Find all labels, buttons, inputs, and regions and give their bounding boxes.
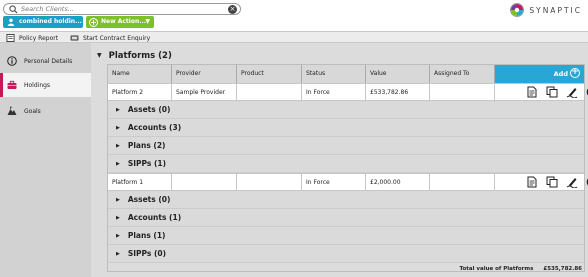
cell-provider <box>172 174 237 191</box>
section-title: Platforms (2) <box>108 51 172 61</box>
cell-value: £533,782.86 <box>366 84 430 101</box>
expand-triangle-icon[interactable]: ▶ <box>116 155 120 173</box>
policy-report-label: Policy Report <box>19 34 59 42</box>
sidebar-item-label: Personal Details <box>24 57 73 65</box>
expand-triangle-icon[interactable]: ▶ <box>116 191 120 209</box>
column-header-assigned-to: Assigned To <box>430 65 495 83</box>
group-label: Plans (1) <box>127 231 166 240</box>
sign-icon[interactable] <box>566 86 578 98</box>
expand-triangle-icon[interactable]: ▶ <box>116 227 120 245</box>
cell-status: In Force <box>302 174 366 191</box>
sign-icon[interactable] <box>566 176 578 188</box>
expand-triangle-icon[interactable]: ▶ <box>116 101 120 119</box>
add-icon: + <box>570 67 580 78</box>
main-content: ▼ Platforms (2) Name Provider Product Sta… <box>91 43 588 277</box>
group-label: Plans (2) <box>127 141 166 150</box>
cell-provider: Sample Provider <box>172 84 237 101</box>
toolbar: Policy Report Start Contract Enquiry <box>0 31 588 43</box>
row-actions <box>526 86 588 98</box>
new-action-button[interactable]: + New Action... ▼ <box>86 16 154 28</box>
group-sipps[interactable]: ▶ SIPPs (1) <box>108 155 584 173</box>
total-label: Total value of Platforms <box>459 266 534 272</box>
group-accounts[interactable]: ▶ Accounts (3) <box>108 119 584 137</box>
total-amount: £535,782.86 <box>543 266 582 272</box>
cell-name: Platform 2 <box>108 84 172 101</box>
collapse-triangle-icon[interactable]: ▼ <box>97 52 102 59</box>
cell-status: In Force <box>302 84 366 101</box>
sidebar: Personal Details Holdings Goals <box>0 43 91 277</box>
user-icon <box>7 18 15 26</box>
column-header-product: Product <box>237 65 302 83</box>
cell-assigned-to <box>430 174 495 191</box>
sidebar-item-goals[interactable]: Goals <box>0 99 91 123</box>
row-actions <box>526 176 588 188</box>
policy-report-button[interactable]: Policy Report <box>6 33 58 43</box>
section-header[interactable]: ▼ Platforms (2) <box>97 51 172 61</box>
column-header-name: Name <box>108 65 172 83</box>
clear-search-icon[interactable]: × <box>228 5 237 14</box>
plus-icon: + <box>89 17 98 27</box>
column-header-provider: Provider <box>172 65 237 83</box>
group-plans[interactable]: ▶ Plans (1) <box>108 227 584 245</box>
table-row[interactable]: Platform 2 Sample Provider In Force £533… <box>108 83 588 101</box>
search-icon <box>9 5 18 14</box>
report-icon <box>6 34 15 42</box>
cell-product <box>237 174 302 191</box>
info-icon <box>7 56 17 66</box>
sidebar-item-holdings[interactable]: Holdings <box>0 73 91 97</box>
expand-triangle-icon[interactable]: ▶ <box>116 245 120 263</box>
search-input[interactable] <box>21 4 221 14</box>
top-bar: × combined holdin... + New Action... ▼ S… <box>0 0 588 31</box>
cell-product <box>237 84 302 101</box>
expand-triangle-icon[interactable]: ▶ <box>116 209 120 227</box>
start-contract-enquiry-button[interactable]: Start Contract Enquiry <box>70 33 150 43</box>
platforms-table: Name Provider Product Status Value Assig… <box>107 64 588 272</box>
client-button[interactable]: combined holdin... <box>3 16 83 28</box>
new-action-label: New Action... <box>101 18 147 25</box>
copy-icon[interactable] <box>546 86 558 98</box>
brand-logo: SYNAPTIC <box>510 2 582 18</box>
group-label: Accounts (3) <box>127 123 182 132</box>
add-button[interactable]: Add + <box>495 65 584 83</box>
brand-name: SYNAPTIC <box>529 5 582 15</box>
group-label: Accounts (1) <box>127 213 182 222</box>
edit-icon[interactable] <box>526 176 538 188</box>
group-plans[interactable]: ▶ Plans (2) <box>108 137 584 155</box>
edit-icon[interactable] <box>526 86 538 98</box>
sidebar-item-label: Holdings <box>24 81 51 89</box>
start-contract-enquiry-label: Start Contract Enquiry <box>83 34 151 42</box>
enquiry-icon <box>70 35 79 41</box>
add-label: Add <box>553 70 568 78</box>
briefcase-icon <box>7 80 17 89</box>
expand-triangle-icon[interactable]: ▶ <box>116 119 120 137</box>
group-label: Assets (0) <box>127 105 171 114</box>
cell-assigned-to <box>430 84 495 101</box>
group-accounts[interactable]: ▶ Accounts (1) <box>108 209 584 227</box>
group-sipps[interactable]: ▶ SIPPs (0) <box>108 245 584 263</box>
group-assets[interactable]: ▶ Assets (0) <box>108 101 584 119</box>
group-label: Assets (0) <box>127 195 171 204</box>
table-header: Name Provider Product Status Value Assig… <box>108 65 584 83</box>
group-assets[interactable]: ▶ Assets (0) <box>108 191 584 209</box>
goals-icon <box>7 106 17 115</box>
sidebar-item-personal-details[interactable]: Personal Details <box>0 49 91 73</box>
total-value: Total value of Platforms £535,782.86 <box>459 266 582 272</box>
client-button-label: combined holdin... <box>19 18 82 25</box>
client-search[interactable]: × <box>3 3 241 15</box>
synaptic-logo-icon <box>510 3 525 17</box>
table-row[interactable]: Platform 1 In Force £2,000.00 <box>108 173 588 191</box>
cell-value: £2,000.00 <box>366 174 430 191</box>
copy-icon[interactable] <box>546 176 558 188</box>
sidebar-item-label: Goals <box>24 107 41 115</box>
chevron-down-icon: ▼ <box>145 18 150 25</box>
group-label: SIPPs (0) <box>127 249 167 258</box>
column-header-value: Value <box>366 65 430 83</box>
cell-name: Platform 1 <box>108 174 172 191</box>
group-label: SIPPs (1) <box>127 159 167 168</box>
column-header-status: Status <box>302 65 366 83</box>
expand-triangle-icon[interactable]: ▶ <box>116 137 120 155</box>
